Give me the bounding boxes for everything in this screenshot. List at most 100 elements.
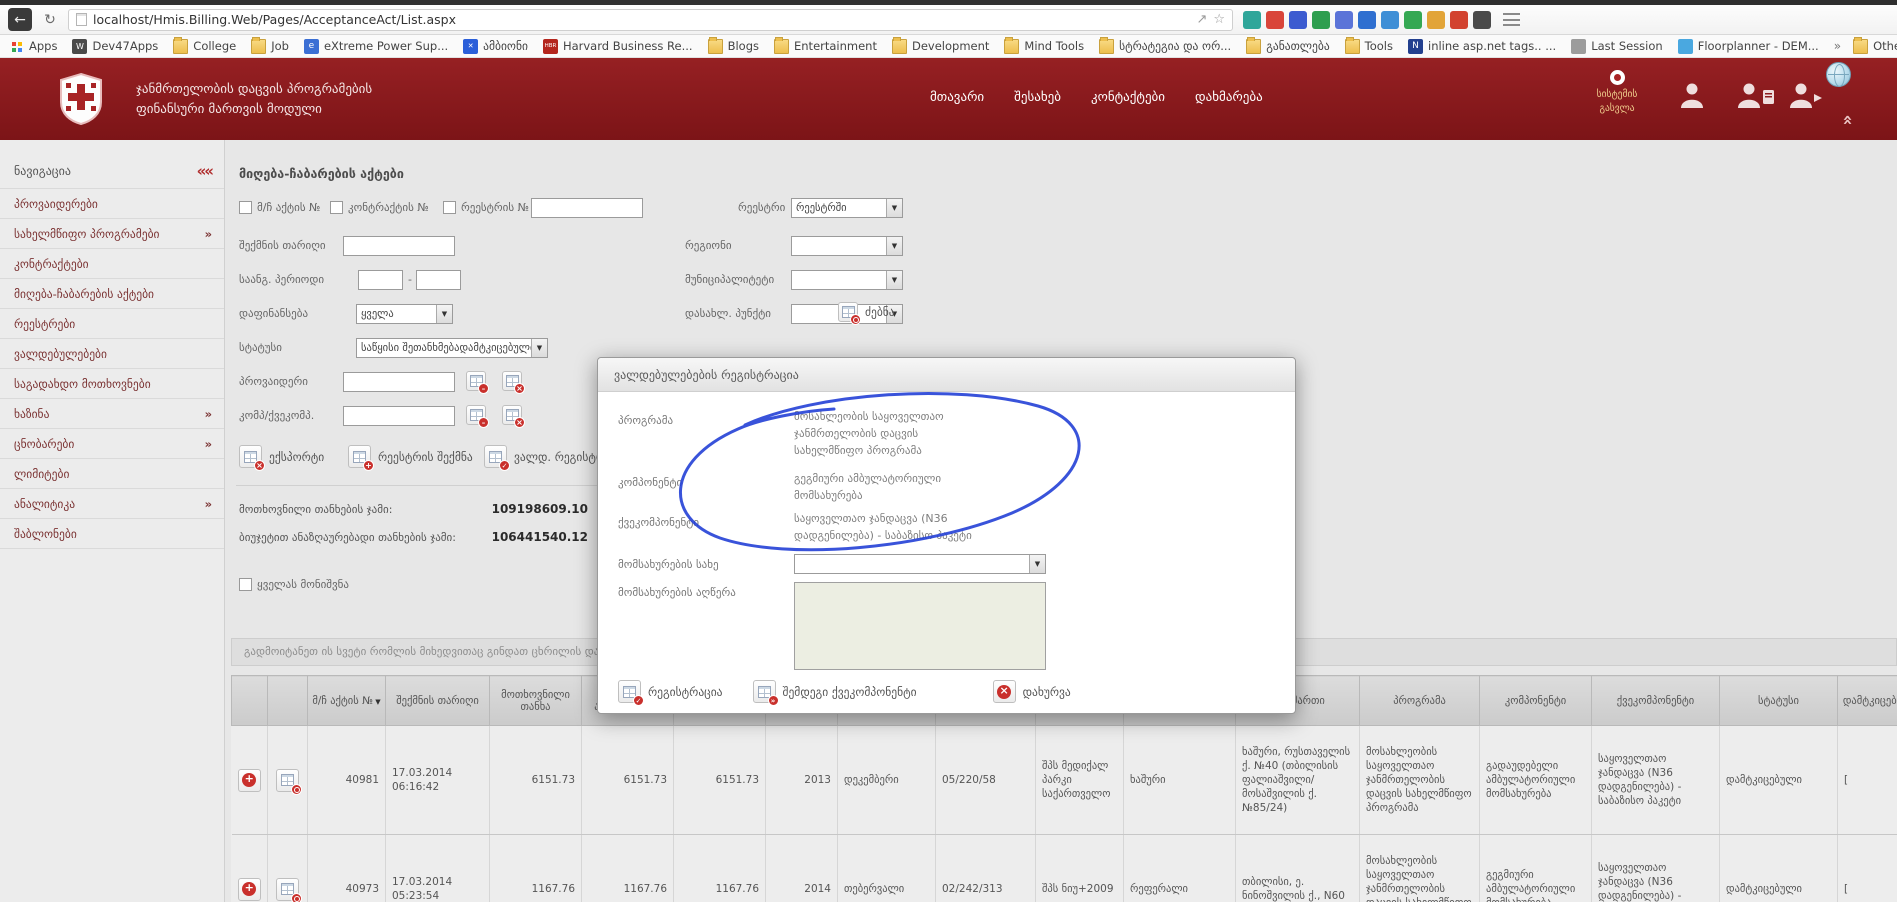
period-to-input[interactable] [416, 270, 461, 290]
column-header[interactable]: პროგრამა [1360, 676, 1480, 726]
search-button[interactable]: ძებნა [838, 302, 895, 322]
extension-icon[interactable] [1427, 11, 1445, 29]
share-icon[interactable]: ↗ [1196, 12, 1207, 27]
extension-icon[interactable] [1450, 11, 1468, 29]
header-nav-item[interactable]: შესახებ [1014, 90, 1061, 105]
modal-next-subcomponent-button[interactable]: შემდეგი ქვეკომპონენტი [753, 680, 917, 703]
extension-icon[interactable] [1312, 11, 1330, 29]
bookmark-item[interactable]: ამბიონი [463, 39, 528, 54]
bookmark-item[interactable]: Development [892, 39, 989, 54]
sidebar-item[interactable]: კონტრაქტები [0, 249, 224, 279]
bookmark-item[interactable]: eXtreme Power Sup... [304, 39, 448, 54]
register-no-checkbox[interactable] [443, 201, 456, 214]
modal-register-button[interactable]: რეგისტრაცია [618, 680, 723, 703]
sidebar-item[interactable]: მიღება-ჩაბარების აქტები [0, 279, 224, 309]
header-nav-item[interactable]: კონტაქტები [1091, 90, 1165, 105]
bookmark-item[interactable]: Dev47Apps [72, 39, 158, 54]
header-nav-item[interactable]: დახმარება [1195, 90, 1263, 105]
bookmarks-overflow-icon[interactable]: » [1834, 39, 1841, 53]
column-header[interactable]: მოთხოვნილი თანხა [490, 676, 582, 726]
sidebar-item[interactable]: საგადახდო მოთხოვნები [0, 369, 224, 399]
switch-user-icon[interactable] [1788, 82, 1824, 108]
component-remove-icon[interactable] [502, 405, 522, 425]
contacts-icon[interactable] [1736, 82, 1776, 108]
funding-select[interactable]: ყველა ▼ [356, 304, 453, 324]
register-no-input[interactable] [531, 198, 643, 218]
bookmark-item[interactable]: Entertainment [774, 39, 877, 54]
row-register-icon[interactable] [238, 878, 261, 901]
bookmark-star-icon[interactable]: ☆ [1213, 12, 1225, 27]
bookmark-item[interactable]: Tools [1345, 39, 1393, 54]
create-register-button[interactable]: რეესტრის შექმნა [348, 445, 473, 468]
region-select[interactable]: ▼ [791, 236, 903, 256]
component-clear-icon[interactable] [466, 405, 486, 425]
column-header[interactable]: ქვეკომპონენტი [1592, 676, 1720, 726]
extension-icon[interactable] [1404, 11, 1422, 29]
extension-icon[interactable] [1335, 11, 1353, 29]
extension-icon[interactable] [1358, 11, 1376, 29]
export-button[interactable]: ექსპორტი [239, 445, 324, 468]
header-collapse-icon[interactable]: » [1838, 115, 1858, 126]
sidebar-item[interactable]: ვალდებულებები [0, 339, 224, 369]
row-register-icon[interactable] [238, 769, 261, 792]
refresh-icon[interactable]: ↻ [38, 8, 62, 31]
bookmark-item[interactable]: განათლება [1246, 39, 1329, 54]
column-header[interactable]: სტატუსი [1720, 676, 1838, 726]
chevron-down-icon[interactable]: ▼ [531, 339, 547, 357]
bookmark-item[interactable]: Blogs [708, 39, 759, 54]
extension-icon[interactable] [1243, 11, 1261, 29]
row-view-icon[interactable] [276, 769, 299, 792]
act-no-checkbox[interactable] [239, 201, 252, 214]
chevron-down-icon[interactable]: ▼ [886, 199, 902, 217]
sidebar-item[interactable]: ანალიტიკა » [0, 489, 224, 519]
extension-icon[interactable] [1266, 11, 1284, 29]
address-bar[interactable]: localhost/Hmis.Billing.Web/Pages/Accepta… [68, 9, 1233, 31]
chevron-down-icon[interactable]: ▼ [1029, 555, 1045, 573]
browser-menu-icon[interactable] [1503, 13, 1520, 26]
extension-icon[interactable] [1473, 11, 1491, 29]
column-header[interactable]: დამტკიცების თარიღი [1838, 676, 1897, 726]
url-text[interactable]: localhost/Hmis.Billing.Web/Pages/Accepta… [93, 12, 1190, 27]
bookmark-item[interactable]: Floorplanner - DEM... [1678, 39, 1819, 54]
modal-service-type-select[interactable]: ▼ [794, 554, 1046, 574]
sidebar-collapse-icon[interactable]: «« [197, 162, 212, 180]
bookmark-item[interactable]: Last Session [1571, 39, 1663, 54]
extension-icon[interactable] [1381, 11, 1399, 29]
status-select[interactable]: საწყისი შეთანხმებადამტკიცებული ▼ [356, 338, 548, 358]
column-header[interactable]: მ/ჩ აქტის № [308, 676, 386, 726]
bookmark-item[interactable]: College [173, 39, 236, 54]
bookmark-item[interactable]: სტრატეგია და ორ... [1099, 39, 1231, 54]
bookmark-item[interactable]: inline asp.net tags.. ... [1408, 39, 1556, 54]
header-nav-item[interactable]: მთავარი [930, 90, 984, 105]
bookmark-item[interactable]: Apps [9, 39, 57, 54]
select-all-checkbox[interactable] [239, 578, 252, 591]
provider-input[interactable] [343, 372, 455, 392]
bookmark-item[interactable]: Job [251, 39, 289, 54]
chevron-down-icon[interactable]: ▼ [886, 237, 902, 255]
sidebar-item[interactable]: სახელმწიფო პროგრამები » [0, 219, 224, 249]
modal-close-button[interactable]: დახურვა [993, 680, 1071, 703]
back-icon[interactable]: ← [8, 8, 32, 31]
chevron-down-icon[interactable]: ▼ [436, 305, 452, 323]
chevron-down-icon[interactable]: ▼ [886, 271, 902, 289]
logout-button[interactable]: სისტემის გასვლა [1585, 70, 1649, 117]
create-date-input[interactable] [343, 236, 455, 256]
other-bookmarks[interactable]: Other bookmarks [1853, 39, 1897, 54]
bookmark-item[interactable]: Mind Tools [1004, 39, 1084, 54]
globe-icon[interactable] [1826, 62, 1851, 87]
register-select[interactable]: რეესტრში ▼ [791, 198, 903, 218]
modal-service-desc-textarea[interactable] [794, 582, 1046, 670]
column-header[interactable]: კომპონენტი [1480, 676, 1592, 726]
row-view-icon[interactable] [276, 878, 299, 901]
column-header[interactable]: შექმნის თარიღი [386, 676, 490, 726]
sidebar-item[interactable]: პროვაიდერები [0, 188, 224, 219]
component-filter-input[interactable] [343, 406, 455, 426]
provider-remove-icon[interactable] [502, 371, 522, 391]
bookmark-item[interactable]: Harvard Business Re... [543, 39, 693, 54]
sidebar-item[interactable]: ხაზინა » [0, 399, 224, 429]
sidebar-item[interactable]: ცნობარები » [0, 429, 224, 459]
sidebar-item[interactable]: შაბლონები [0, 519, 224, 549]
sidebar-item[interactable]: რეესტრები [0, 309, 224, 339]
municipality-select[interactable]: ▼ [791, 270, 903, 290]
provider-clear-icon[interactable] [466, 371, 486, 391]
